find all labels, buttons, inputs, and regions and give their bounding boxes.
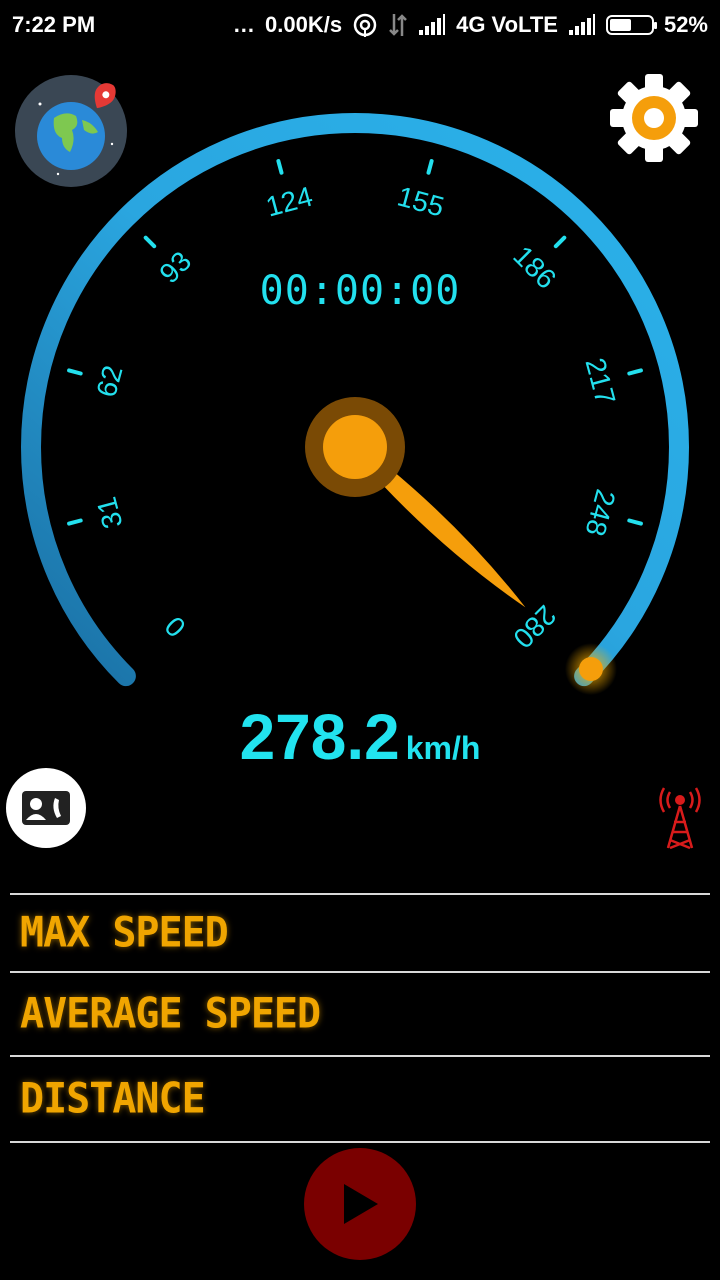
signal-tower-icon	[656, 786, 704, 850]
start-tracking-button[interactable]	[304, 1148, 416, 1260]
battery-fill	[609, 19, 631, 31]
contact-card-icon	[22, 791, 70, 825]
play-icon	[344, 1184, 378, 1224]
distance-label: DISTANCE	[20, 1074, 206, 1124]
gauge-tick-93	[143, 235, 157, 249]
gauge-tick-31	[67, 518, 83, 526]
speed-indicator-dot	[578, 657, 603, 682]
current-speed: 278.2	[239, 701, 400, 773]
hotspot-icon	[352, 12, 378, 38]
notification-dots: ...	[233, 12, 256, 37]
signal-strength-icon-2	[568, 14, 596, 36]
gauge-tick-label-155: 155	[394, 181, 447, 223]
average-speed-row: AVERAGE SPEED	[10, 971, 710, 1055]
status-bar: 7:22 PM ... 0.00K/s 4G VoLTE 52%	[0, 0, 720, 50]
battery-percent: 52%	[663, 12, 708, 37]
gauge-tick-label-217: 217	[579, 355, 621, 408]
data-transfer-icon	[388, 12, 408, 38]
gauge-tick-label-31: 31	[91, 494, 129, 532]
gauge-tick-62	[67, 368, 83, 376]
contact-button[interactable]	[6, 768, 86, 848]
battery-icon	[605, 15, 657, 35]
gauge-tick-label-0: 0	[159, 610, 192, 643]
gauge-tick-217	[627, 368, 643, 376]
gauge-tick-label-248: 248	[579, 486, 621, 539]
gauge-tick-label-280: 280	[507, 599, 562, 654]
trip-timer: 00:00:00	[259, 268, 461, 314]
signal-strength-icon	[418, 14, 446, 36]
distance-row: DISTANCE	[10, 1055, 710, 1143]
speed-needle	[377, 467, 526, 608]
speed-readout: 278.2 km/h	[0, 700, 720, 774]
gauge-tick-124	[276, 159, 284, 175]
average-speed-label: AVERAGE SPEED	[20, 989, 321, 1039]
speedometer-gauge: 0 31 62 93 124 155 186 217 248 280 00:00:00	[0, 100, 720, 720]
gauge-tick-155	[426, 159, 434, 175]
max-speed-label: MAX SPEED	[20, 908, 229, 958]
needle-hub	[323, 415, 387, 479]
status-time: 7:22 PM	[12, 12, 96, 37]
gauge-tick-label-62: 62	[91, 362, 129, 400]
max-speed-row: MAX SPEED	[10, 893, 710, 971]
network-speed: 0.00K/s	[265, 12, 343, 37]
network-type: 4G VoLTE	[456, 12, 558, 37]
gauge-tick-label-124: 124	[263, 181, 316, 223]
gauge-tick-186	[553, 235, 567, 249]
trip-stats: MAX SPEED AVERAGE SPEED DISTANCE	[10, 893, 710, 1143]
gauge-tick-248	[627, 518, 643, 526]
speed-unit: km/h	[405, 730, 481, 766]
gauge-dial: 0316293124 155186217248280	[21, 113, 689, 696]
